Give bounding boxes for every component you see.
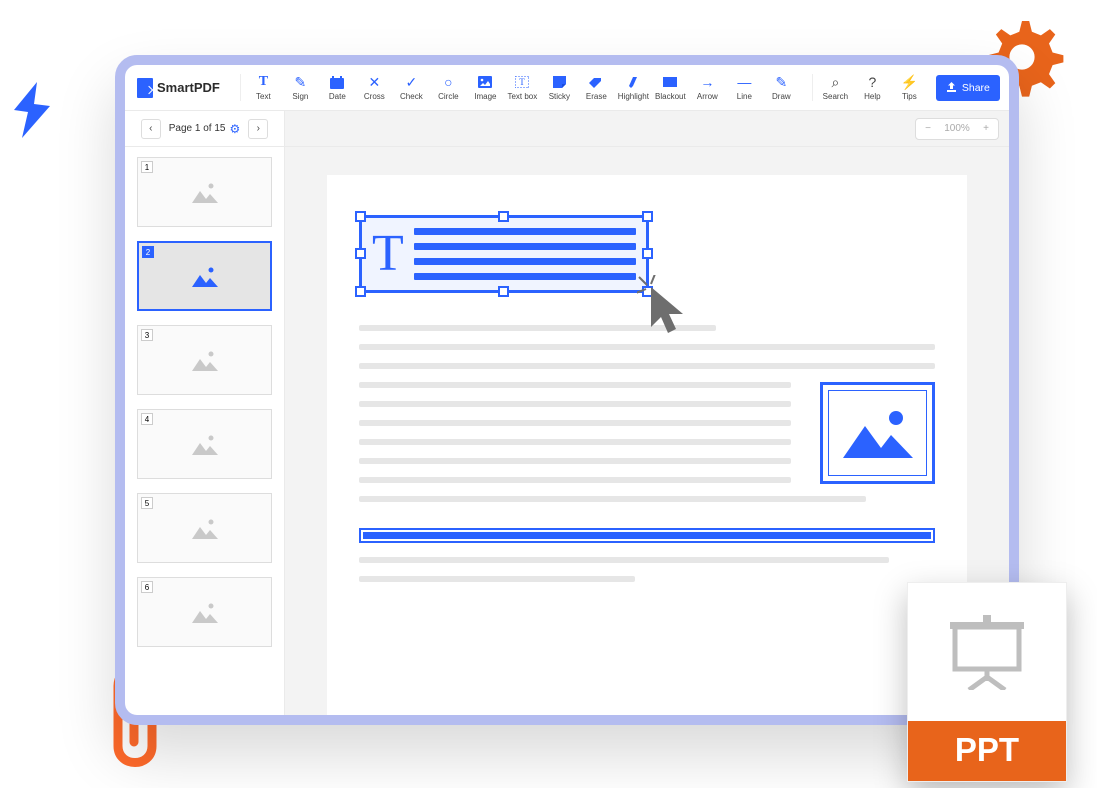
tool-search[interactable]: ⌕Search (817, 74, 854, 101)
tool-date[interactable]: Date (319, 74, 356, 101)
app-window: SmartPDF TText ✎Sign Date ✕Cross ✓Check … (115, 55, 1019, 725)
zoom-control: − 100% + (915, 118, 999, 140)
erase-icon (589, 74, 603, 90)
app-name: SmartPDF (157, 80, 220, 95)
resize-handle[interactable] (355, 211, 366, 222)
utility-tools: ⌕Search ?Help ⚡Tips (812, 74, 928, 101)
thumbnail-page[interactable]: 6 (137, 577, 272, 647)
presentation-icon (947, 615, 1027, 690)
circle-icon: ○ (444, 74, 452, 90)
toolbar: SmartPDF TText ✎Sign Date ✕Cross ✓Check … (125, 65, 1009, 111)
thumbnail-page[interactable]: 2 (137, 241, 272, 311)
cross-icon: ✕ (368, 74, 380, 90)
blackout-icon (663, 74, 677, 90)
draw-icon: ✎ (775, 74, 787, 90)
selected-line-block[interactable] (359, 528, 935, 543)
bolt-icon (2, 80, 62, 140)
tool-blackout[interactable]: Blackout (652, 74, 689, 101)
thumbnail-page[interactable]: 5 (137, 493, 272, 563)
logo-icon (137, 78, 153, 98)
tool-check[interactable]: ✓Check (393, 74, 430, 101)
page-indicator: Page 1 of 15 ⚙ (169, 122, 240, 136)
tool-image[interactable]: Image (467, 74, 504, 101)
tool-cross[interactable]: ✕Cross (356, 74, 393, 101)
ppt-label: PPT (908, 721, 1066, 781)
help-icon: ? (868, 74, 876, 90)
sign-icon: ✎ (294, 74, 306, 90)
resize-handle[interactable] (498, 286, 509, 297)
tool-textbox[interactable]: TText box (504, 74, 541, 101)
tool-sticky[interactable]: Sticky (541, 74, 578, 101)
text-lines-icon (414, 228, 636, 280)
tool-tips[interactable]: ⚡Tips (891, 74, 928, 101)
document-page: T (327, 175, 967, 715)
resize-handle[interactable] (642, 211, 653, 222)
arrow-icon: → (700, 74, 714, 90)
settings-icon[interactable]: ⚙ (229, 122, 240, 136)
tool-line[interactable]: —Line (726, 74, 763, 101)
line-icon: — (737, 74, 751, 90)
app-logo[interactable]: SmartPDF (133, 78, 228, 98)
body-text-placeholder (359, 325, 935, 582)
svg-text:T: T (520, 77, 526, 87)
selected-text-block[interactable]: T (359, 215, 649, 293)
download-button[interactable]: Download pdf (1009, 75, 1019, 101)
resize-handle[interactable] (498, 211, 509, 222)
image-icon (478, 74, 492, 90)
next-page-button[interactable]: › (248, 119, 268, 139)
thumbnail-page[interactable]: 1 (137, 157, 272, 227)
tool-highlight[interactable]: Highlight (615, 74, 652, 101)
sticky-icon (553, 74, 566, 90)
thumbnail-page[interactable]: 4 (137, 409, 272, 479)
resize-handle[interactable] (642, 248, 653, 259)
check-icon: ✓ (405, 74, 417, 90)
zoom-value: 100% (940, 123, 974, 134)
tool-sign[interactable]: ✎Sign (282, 74, 319, 101)
editing-tools: TText ✎Sign Date ✕Cross ✓Check ○Circle I… (240, 74, 800, 101)
nav-bar: ‹ Page 1 of 15 ⚙ › − 100% + (125, 111, 1009, 147)
document-canvas[interactable]: T (285, 147, 1009, 715)
text-icon: T (259, 74, 268, 90)
resize-handle[interactable] (355, 248, 366, 259)
ppt-file-icon: PPT (907, 582, 1067, 782)
tool-circle[interactable]: ○Circle (430, 74, 467, 101)
calendar-icon (330, 74, 344, 90)
text-glyph-icon: T (372, 228, 404, 280)
share-icon (946, 82, 957, 93)
thumbnail-page[interactable]: 3 (137, 325, 272, 395)
tool-arrow[interactable]: →Arrow (689, 74, 726, 101)
resize-handle[interactable] (355, 286, 366, 297)
zoom-out-button[interactable]: − (916, 123, 940, 134)
textbox-icon: T (515, 74, 529, 90)
zoom-in-button[interactable]: + (974, 123, 998, 134)
tool-draw[interactable]: ✎Draw (763, 74, 800, 101)
tool-text[interactable]: TText (245, 74, 282, 101)
selected-image-block[interactable] (820, 382, 935, 484)
cursor-icon (637, 275, 693, 337)
share-button[interactable]: Share (936, 75, 1000, 101)
tips-icon: ⚡ (901, 74, 918, 90)
highlight-icon (627, 74, 639, 90)
prev-page-button[interactable]: ‹ (141, 119, 161, 139)
page-thumbnails: 1 2 3 4 5 6 (125, 147, 285, 715)
tool-help[interactable]: ?Help (854, 74, 891, 101)
search-icon: ⌕ (831, 74, 839, 90)
tool-erase[interactable]: Erase (578, 74, 615, 101)
